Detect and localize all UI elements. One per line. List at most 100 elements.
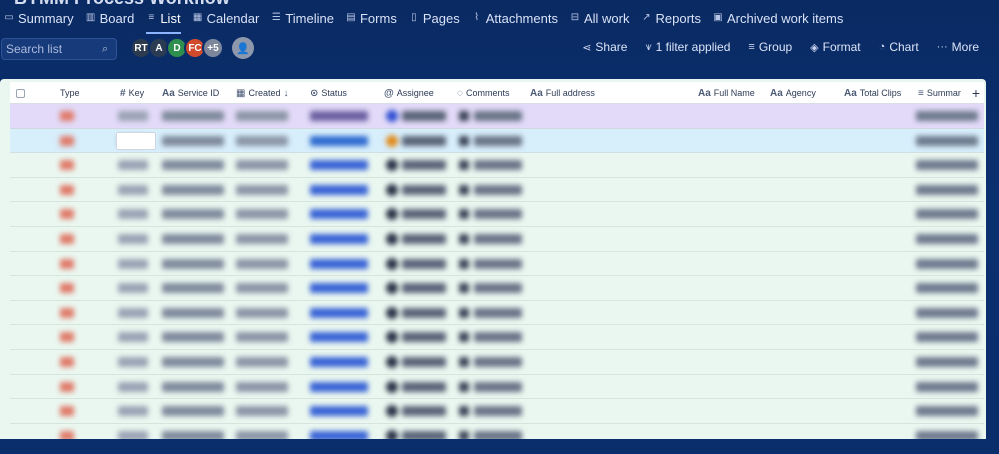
more-icon: ··· bbox=[936, 41, 948, 53]
table-row[interactable] bbox=[10, 227, 984, 252]
table-cell bbox=[474, 233, 522, 244]
table-cell bbox=[118, 406, 148, 417]
assignee-avatar bbox=[386, 134, 398, 147]
tab-label: Reports bbox=[655, 10, 702, 26]
column-type[interactable]: Type bbox=[60, 82, 80, 104]
tab-forms[interactable]: ▤ Forms bbox=[346, 6, 397, 30]
share-button[interactable]: ⋖ Share bbox=[582, 40, 627, 54]
tab-label: Timeline bbox=[285, 10, 334, 26]
table-row[interactable] bbox=[10, 153, 984, 178]
table-row[interactable] bbox=[10, 202, 984, 227]
table-cell bbox=[310, 332, 368, 343]
table-cell bbox=[310, 258, 368, 269]
more-button[interactable]: ··· More bbox=[937, 40, 979, 54]
column-status[interactable]: ⊙ Status bbox=[310, 82, 347, 104]
table-cell bbox=[236, 111, 288, 121]
table-cell bbox=[402, 356, 446, 367]
share-label: Share bbox=[595, 40, 628, 54]
column-full-name[interactable]: Aa Full Name bbox=[698, 82, 755, 104]
table-cell bbox=[916, 381, 978, 392]
row-content bbox=[10, 350, 984, 374]
column-service-id[interactable]: Aa Service ID bbox=[162, 82, 219, 104]
column-comments[interactable]: ◌ Comments bbox=[457, 82, 509, 104]
column-agency[interactable]: Aa Agency bbox=[770, 82, 816, 104]
search-input[interactable] bbox=[6, 42, 102, 56]
tab-calendar[interactable]: ▦ Calendar bbox=[193, 6, 260, 30]
chart-button[interactable]: ◔ Chart bbox=[879, 40, 919, 54]
table-cell bbox=[474, 283, 522, 294]
column-label: Full Name bbox=[713, 88, 755, 98]
tab-summary[interactable]: ▭ Summary bbox=[4, 6, 74, 30]
filter-button[interactable]: ⩛ 1 filter applied bbox=[645, 40, 730, 54]
chart-label: Chart bbox=[889, 40, 919, 54]
table-cell bbox=[162, 406, 224, 417]
table-cell bbox=[236, 406, 288, 417]
table-cell bbox=[236, 356, 288, 367]
tab-board[interactable]: ▥ Board bbox=[86, 6, 134, 30]
add-column-icon[interactable]: + bbox=[972, 85, 980, 101]
view-tabs: ▭ Summary ▥ Board ≡ List ▦ Calendar ☰ Timelin… bbox=[0, 6, 999, 34]
key-cell-editor[interactable] bbox=[116, 131, 156, 150]
text-field-icon: Aa bbox=[162, 87, 175, 99]
tab-list[interactable]: ≡ List bbox=[146, 6, 181, 34]
table-row[interactable] bbox=[10, 104, 984, 129]
table-row[interactable] bbox=[10, 178, 984, 203]
table-cell bbox=[60, 356, 74, 367]
tab-attachments[interactable]: ⌇ Attachments bbox=[472, 6, 558, 30]
table-cell bbox=[402, 111, 446, 121]
table-cell bbox=[402, 209, 446, 220]
avatar-overflow[interactable]: +5 bbox=[202, 37, 224, 59]
tab-label: Summary bbox=[18, 10, 74, 26]
column-label: Agency bbox=[785, 88, 816, 98]
select-all-checkbox[interactable] bbox=[16, 82, 25, 104]
column-summary[interactable]: ≡ Summar bbox=[918, 82, 961, 104]
tab-all-work[interactable]: ⊟ All work bbox=[570, 6, 630, 30]
column-label: Full address bbox=[545, 88, 595, 98]
table-cell bbox=[118, 233, 148, 244]
filter-label: 1 filter applied bbox=[655, 40, 731, 54]
table-row[interactable] bbox=[10, 128, 984, 154]
table-cell bbox=[310, 406, 368, 417]
row-content bbox=[10, 227, 984, 251]
table-row[interactable] bbox=[10, 325, 984, 350]
table-cell bbox=[118, 283, 148, 294]
table-cell bbox=[474, 258, 522, 269]
column-full-address[interactable]: Aa Full address bbox=[530, 82, 595, 104]
table-cell bbox=[916, 258, 978, 269]
column-total-clips[interactable]: Aa Total Clips bbox=[844, 82, 901, 104]
table-row[interactable] bbox=[10, 276, 984, 301]
table-cell bbox=[118, 209, 148, 220]
column-key[interactable]: # Key bbox=[120, 82, 144, 104]
tab-archived[interactable]: ▣ Archived work items bbox=[713, 6, 843, 30]
format-button[interactable]: ◈ Format bbox=[810, 40, 860, 54]
reports-icon: ↗ bbox=[642, 12, 651, 23]
table-cell bbox=[118, 307, 148, 318]
column-assignee[interactable]: @ Assignee bbox=[384, 82, 434, 104]
group-button[interactable]: ≡ Group bbox=[748, 40, 792, 54]
column-created[interactable]: ▦ Created ↓ bbox=[236, 82, 288, 104]
table-row[interactable] bbox=[10, 301, 984, 326]
table-cell bbox=[60, 307, 74, 318]
table-cell bbox=[236, 135, 288, 146]
tab-reports[interactable]: ↗ Reports bbox=[641, 6, 701, 30]
row-content bbox=[10, 202, 984, 226]
table-cell bbox=[459, 209, 469, 220]
group-icon: ≡ bbox=[748, 41, 755, 53]
table-cell bbox=[459, 233, 469, 244]
table-cell bbox=[118, 381, 148, 392]
table-row[interactable] bbox=[10, 252, 984, 277]
table-cell bbox=[459, 184, 469, 195]
add-people-icon[interactable]: 👤 bbox=[232, 37, 254, 59]
tab-timeline[interactable]: ☰ Timeline bbox=[271, 6, 334, 30]
column-label: Key bbox=[128, 88, 145, 98]
row-content bbox=[10, 325, 984, 349]
table-cell bbox=[459, 283, 469, 294]
table-row[interactable] bbox=[10, 350, 984, 375]
table-row[interactable] bbox=[10, 375, 984, 400]
tab-label: Attachments bbox=[485, 10, 558, 26]
table-cell bbox=[162, 160, 224, 171]
tab-pages[interactable]: ▯ Pages bbox=[409, 6, 460, 30]
search-icon[interactable]: ⌕ bbox=[102, 43, 108, 56]
table-row[interactable] bbox=[10, 399, 984, 424]
table-cell bbox=[474, 406, 522, 417]
